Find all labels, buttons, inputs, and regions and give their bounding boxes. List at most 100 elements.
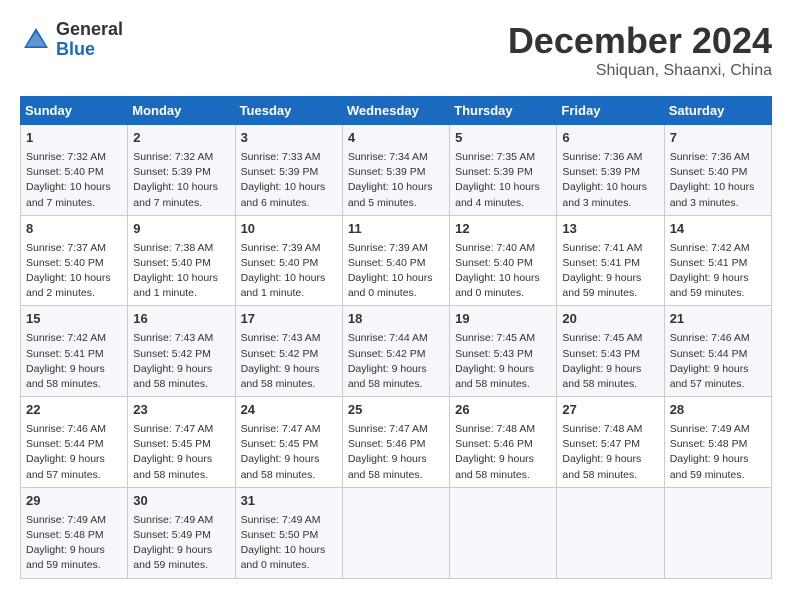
calendar-cell: 7Sunrise: 7:36 AMSunset: 5:40 PMDaylight…	[664, 125, 771, 216]
cell-info-line: Sunrise: 7:49 AM	[133, 513, 229, 528]
day-number: 24	[241, 401, 337, 420]
cell-info-line: Sunrise: 7:40 AM	[455, 241, 551, 256]
day-number: 10	[241, 220, 337, 239]
day-number: 26	[455, 401, 551, 420]
calendar-week-row: 22Sunrise: 7:46 AMSunset: 5:44 PMDayligh…	[21, 397, 772, 488]
cell-info-line: Sunset: 5:44 PM	[670, 347, 766, 362]
cell-info-line: Sunrise: 7:32 AM	[26, 150, 122, 165]
day-number: 17	[241, 310, 337, 329]
cell-info-line: Sunrise: 7:45 AM	[455, 331, 551, 346]
day-number: 30	[133, 492, 229, 511]
cell-info-line: Sunset: 5:40 PM	[26, 256, 122, 271]
calendar-cell: 26Sunrise: 7:48 AMSunset: 5:46 PMDayligh…	[450, 397, 557, 488]
cell-info-line: Daylight: 9 hours and 58 minutes.	[348, 362, 444, 392]
calendar-cell: 5Sunrise: 7:35 AMSunset: 5:39 PMDaylight…	[450, 125, 557, 216]
cell-info-line: Sunset: 5:40 PM	[26, 165, 122, 180]
cell-info-line: Sunset: 5:40 PM	[241, 256, 337, 271]
page-header: General Blue December 2024 Shiquan, Shaa…	[20, 20, 772, 80]
cell-info-line: Sunset: 5:48 PM	[670, 437, 766, 452]
day-number: 12	[455, 220, 551, 239]
cell-info-line: Sunrise: 7:49 AM	[241, 513, 337, 528]
day-number: 7	[670, 129, 766, 148]
calendar-cell	[450, 487, 557, 578]
cell-info-line: Sunset: 5:46 PM	[348, 437, 444, 452]
cell-info-line: Sunset: 5:40 PM	[670, 165, 766, 180]
calendar-header-monday: Monday	[128, 97, 235, 125]
day-number: 28	[670, 401, 766, 420]
day-number: 16	[133, 310, 229, 329]
calendar-cell: 2Sunrise: 7:32 AMSunset: 5:39 PMDaylight…	[128, 125, 235, 216]
logo-icon	[20, 24, 52, 56]
cell-info-line: Daylight: 10 hours and 2 minutes.	[26, 271, 122, 301]
cell-info-line: Sunset: 5:49 PM	[133, 528, 229, 543]
cell-info-line: Sunset: 5:47 PM	[562, 437, 658, 452]
calendar-cell: 1Sunrise: 7:32 AMSunset: 5:40 PMDaylight…	[21, 125, 128, 216]
calendar-cell: 20Sunrise: 7:45 AMSunset: 5:43 PMDayligh…	[557, 306, 664, 397]
day-number: 23	[133, 401, 229, 420]
day-number: 4	[348, 129, 444, 148]
cell-info-line: Daylight: 9 hours and 57 minutes.	[26, 452, 122, 482]
calendar-cell: 28Sunrise: 7:49 AMSunset: 5:48 PMDayligh…	[664, 397, 771, 488]
cell-info-line: Daylight: 9 hours and 58 minutes.	[455, 362, 551, 392]
cell-info-line: Sunrise: 7:35 AM	[455, 150, 551, 165]
day-number: 9	[133, 220, 229, 239]
cell-info-line: Sunrise: 7:39 AM	[348, 241, 444, 256]
cell-info-line: Sunset: 5:45 PM	[133, 437, 229, 452]
cell-info-line: Sunset: 5:39 PM	[133, 165, 229, 180]
cell-info-line: Daylight: 10 hours and 7 minutes.	[133, 180, 229, 210]
cell-info-line: Sunrise: 7:49 AM	[670, 422, 766, 437]
calendar-cell: 19Sunrise: 7:45 AMSunset: 5:43 PMDayligh…	[450, 306, 557, 397]
cell-info-line: Daylight: 10 hours and 0 minutes.	[241, 543, 337, 573]
cell-info-line: Sunset: 5:44 PM	[26, 437, 122, 452]
calendar-cell: 25Sunrise: 7:47 AMSunset: 5:46 PMDayligh…	[342, 397, 449, 488]
cell-info-line: Sunset: 5:41 PM	[26, 347, 122, 362]
calendar-cell	[342, 487, 449, 578]
cell-info-line: Sunset: 5:42 PM	[348, 347, 444, 362]
calendar-cell: 6Sunrise: 7:36 AMSunset: 5:39 PMDaylight…	[557, 125, 664, 216]
cell-info-line: Daylight: 10 hours and 5 minutes.	[348, 180, 444, 210]
cell-info-line: Sunset: 5:45 PM	[241, 437, 337, 452]
cell-info-line: Sunrise: 7:44 AM	[348, 331, 444, 346]
cell-info-line: Daylight: 9 hours and 59 minutes.	[670, 271, 766, 301]
day-number: 13	[562, 220, 658, 239]
cell-info-line: Sunrise: 7:36 AM	[562, 150, 658, 165]
cell-info-line: Daylight: 9 hours and 58 minutes.	[26, 362, 122, 392]
cell-info-line: Daylight: 10 hours and 3 minutes.	[562, 180, 658, 210]
cell-info-line: Sunrise: 7:43 AM	[241, 331, 337, 346]
cell-info-line: Daylight: 9 hours and 58 minutes.	[133, 362, 229, 392]
cell-info-line: Daylight: 9 hours and 59 minutes.	[562, 271, 658, 301]
calendar-cell	[557, 487, 664, 578]
calendar-cell: 13Sunrise: 7:41 AMSunset: 5:41 PMDayligh…	[557, 215, 664, 306]
cell-info-line: Sunrise: 7:33 AM	[241, 150, 337, 165]
logo-general: General	[56, 20, 123, 40]
cell-info-line: Sunrise: 7:34 AM	[348, 150, 444, 165]
cell-info-line: Sunrise: 7:45 AM	[562, 331, 658, 346]
cell-info-line: Sunset: 5:39 PM	[348, 165, 444, 180]
cell-info-line: Daylight: 10 hours and 6 minutes.	[241, 180, 337, 210]
calendar-week-row: 29 Sunrise: 7:49 AM Sunset: 5:48 PM Dayligh…	[21, 487, 772, 578]
calendar-cell: 30Sunrise: 7:49 AMSunset: 5:49 PMDayligh…	[128, 487, 235, 578]
cell-info-line: Daylight: 9 hours and 57 minutes.	[670, 362, 766, 392]
cell-info-line: Sunset: 5:48 PM	[26, 528, 122, 543]
calendar-header-friday: Friday	[557, 97, 664, 125]
calendar-cell: 17Sunrise: 7:43 AMSunset: 5:42 PMDayligh…	[235, 306, 342, 397]
calendar-cell: 12Sunrise: 7:40 AMSunset: 5:40 PMDayligh…	[450, 215, 557, 306]
day-number: 29	[26, 492, 122, 511]
cell-info-line: Sunrise: 7:46 AM	[26, 422, 122, 437]
cell-info-line: Daylight: 10 hours and 3 minutes.	[670, 180, 766, 210]
day-number: 20	[562, 310, 658, 329]
day-number: 2	[133, 129, 229, 148]
calendar-cell: 15Sunrise: 7:42 AMSunset: 5:41 PMDayligh…	[21, 306, 128, 397]
calendar-header-tuesday: Tuesday	[235, 97, 342, 125]
cell-info-line: Sunset: 5:46 PM	[455, 437, 551, 452]
calendar-week-row: 8Sunrise: 7:37 AMSunset: 5:40 PMDaylight…	[21, 215, 772, 306]
calendar-header-saturday: Saturday	[664, 97, 771, 125]
location: Shiquan, Shaanxi, China	[508, 62, 772, 80]
cell-info-line: Sunrise: 7:42 AM	[670, 241, 766, 256]
logo: General Blue	[20, 20, 123, 60]
calendar-week-row: 15Sunrise: 7:42 AMSunset: 5:41 PMDayligh…	[21, 306, 772, 397]
calendar-cell: 4 Sunrise: 7:34 AMSunset: 5:39 PMDaylight…	[342, 125, 449, 216]
cell-info-line: Daylight: 9 hours and 58 minutes.	[133, 452, 229, 482]
calendar-cell: 18Sunrise: 7:44 AMSunset: 5:42 PMDayligh…	[342, 306, 449, 397]
cell-info-line: Sunrise: 7:38 AM	[133, 241, 229, 256]
